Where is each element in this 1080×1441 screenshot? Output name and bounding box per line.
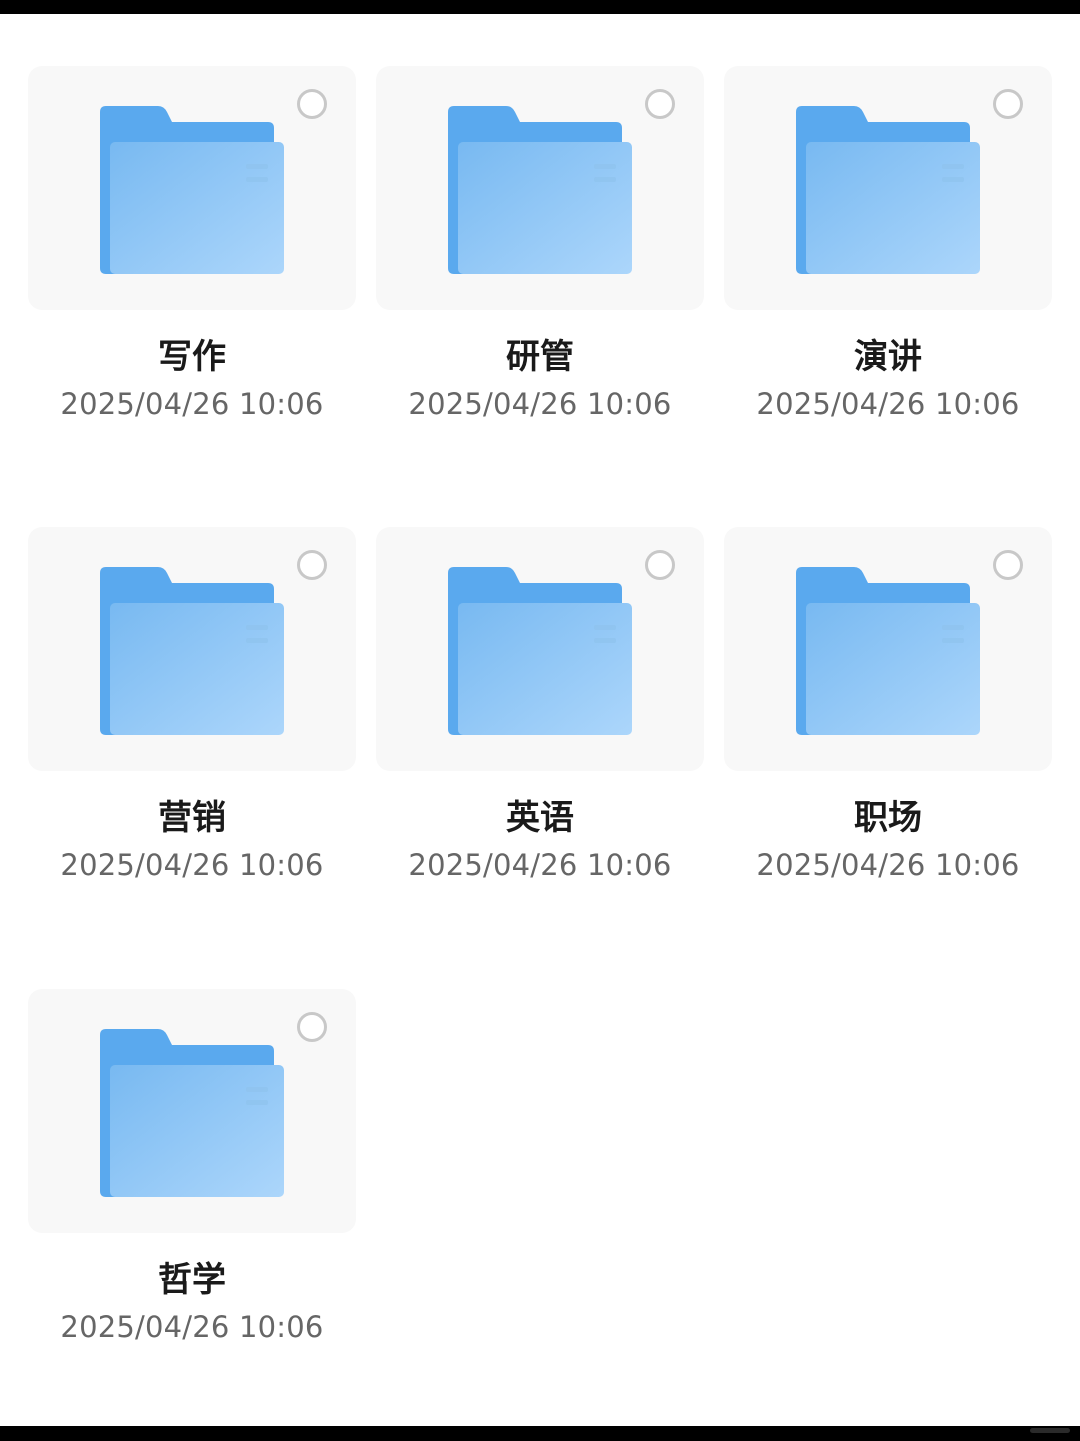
gesture-handle[interactable] (1030, 1428, 1070, 1433)
select-circle-icon[interactable] (297, 89, 327, 119)
folder-date: 2025/04/26 10:06 (60, 1310, 324, 1344)
folder-thumbnail[interactable] (376, 527, 704, 771)
folder-date: 2025/04/26 10:06 (756, 387, 1020, 421)
folder-name: 哲学 (158, 1260, 226, 1300)
navigation-bar (0, 1426, 1080, 1441)
folder-date: 2025/04/26 10:06 (60, 387, 324, 421)
folder-item[interactable]: 研管 2025/04/26 10:06 (376, 66, 704, 446)
folder-item[interactable]: 演讲 2025/04/26 10:06 (724, 66, 1052, 446)
folder-thumbnail[interactable] (28, 989, 356, 1233)
select-circle-icon[interactable] (645, 550, 675, 580)
folder-item[interactable]: 写作 2025/04/26 10:06 (28, 66, 356, 446)
folder-icon (100, 567, 284, 735)
folder-item[interactable]: 英语 2025/04/26 10:06 (376, 527, 704, 907)
folder-item[interactable]: 职场 2025/04/26 10:06 (724, 527, 1052, 907)
folder-thumbnail[interactable] (28, 66, 356, 310)
select-circle-icon[interactable] (297, 1012, 327, 1042)
folder-date: 2025/04/26 10:06 (756, 848, 1020, 882)
folder-name: 营销 (158, 798, 226, 838)
folder-grid: 写作 2025/04/26 10:06 研管 2025/04/26 10:06 (0, 0, 1080, 1441)
folder-icon (796, 106, 980, 274)
folder-name: 职场 (854, 798, 922, 838)
folder-icon (100, 1029, 284, 1197)
select-circle-icon[interactable] (297, 550, 327, 580)
folder-date: 2025/04/26 10:06 (408, 848, 672, 882)
select-circle-icon[interactable] (993, 550, 1023, 580)
folder-icon (100, 106, 284, 274)
folder-name: 演讲 (854, 337, 922, 377)
folder-name: 写作 (158, 337, 226, 377)
folder-name: 英语 (506, 798, 574, 838)
folder-icon (448, 106, 632, 274)
folder-icon (796, 567, 980, 735)
folder-thumbnail[interactable] (724, 66, 1052, 310)
select-circle-icon[interactable] (993, 89, 1023, 119)
folder-item[interactable]: 营销 2025/04/26 10:06 (28, 527, 356, 907)
folder-icon (448, 567, 632, 735)
folder-item[interactable]: 哲学 2025/04/26 10:06 (28, 989, 356, 1369)
folder-thumbnail[interactable] (376, 66, 704, 310)
folder-thumbnail[interactable] (724, 527, 1052, 771)
select-circle-icon[interactable] (645, 89, 675, 119)
folder-name: 研管 (506, 337, 574, 377)
folder-date: 2025/04/26 10:06 (408, 387, 672, 421)
folder-thumbnail[interactable] (28, 527, 356, 771)
folder-date: 2025/04/26 10:06 (60, 848, 324, 882)
